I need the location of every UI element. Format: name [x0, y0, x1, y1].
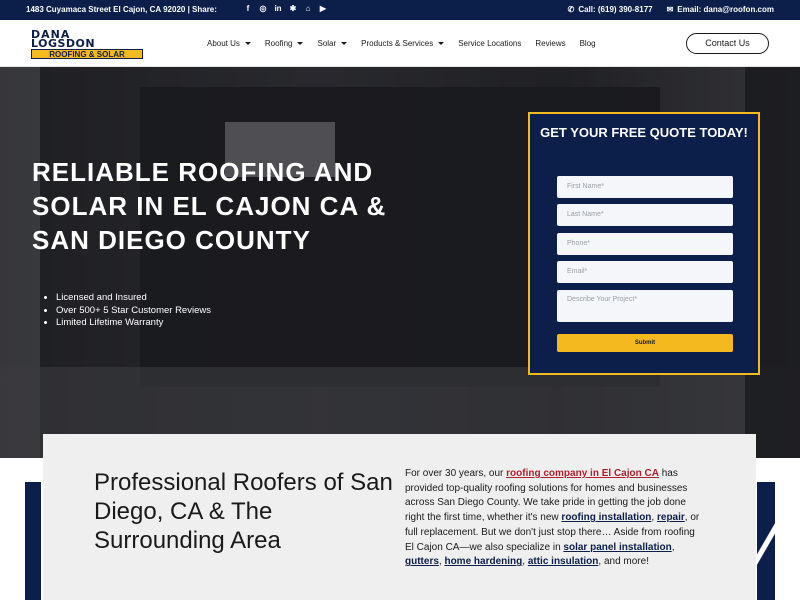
- nav-reviews[interactable]: Reviews: [535, 39, 565, 48]
- phone-text: Call: (619) 390-8177: [578, 5, 653, 14]
- nav-roofing[interactable]: Roofing: [265, 39, 304, 48]
- nav-label: Service Locations: [458, 39, 522, 48]
- email-field[interactable]: Email*: [557, 261, 733, 283]
- hero-section: RELIABLE ROOFING AND SOLAR IN EL CAJON C…: [0, 67, 800, 458]
- nav-label: Blog: [579, 39, 596, 48]
- hero-bullets: Licensed and Insured Over 500+ 5 Star Cu…: [44, 292, 211, 330]
- about-card: Professional Roofers of San Diego, CA & …: [43, 434, 756, 600]
- decorative-stripe-right: [757, 482, 775, 600]
- first-name-field[interactable]: First Name*: [557, 176, 733, 198]
- address-text: 1483 Cuyamaca Street El Cajon, CA 92020 …: [26, 5, 217, 14]
- contact-us-button[interactable]: Contact Us: [686, 33, 769, 54]
- nav-blog[interactable]: Blog: [580, 39, 596, 48]
- logo-line-2: LOGSDON: [31, 37, 96, 50]
- decorative-stripe-left: [25, 482, 41, 600]
- phone-icon: ✆: [567, 5, 575, 14]
- site-header: DANA LOGSDON ROOFING & SOLAR About Us Ro…: [0, 20, 800, 67]
- main-nav: About Us Roofing Solar Products & Servic…: [207, 39, 610, 48]
- phone-link[interactable]: ✆ Call: (619) 390-8177: [568, 5, 653, 14]
- yelp-icon[interactable]: ✱: [289, 4, 297, 14]
- attic-insulation-link[interactable]: attic insulation: [528, 556, 599, 567]
- submit-button[interactable]: Submit: [557, 334, 733, 352]
- nav-label: Products & Services: [361, 39, 434, 48]
- nav-label: Roofing: [264, 39, 293, 48]
- about-paragraph: For over 30 years, our roofing company i…: [405, 467, 705, 570]
- instagram-icon[interactable]: ◎: [259, 4, 267, 14]
- nav-solar[interactable]: Solar: [317, 39, 348, 48]
- chevron-down-icon: [244, 42, 251, 45]
- nav-service-locations[interactable]: Service Locations: [458, 39, 521, 48]
- email-icon: ✉: [666, 5, 674, 14]
- repair-link[interactable]: repair: [657, 512, 685, 523]
- email-text: Email: dana@roofon.com: [677, 5, 774, 14]
- top-contact: ✆ Call: (619) 390-8177 ✉ Email: dana@roo…: [568, 5, 774, 14]
- home-hardening-link[interactable]: home hardening: [444, 556, 522, 567]
- top-bar: 1483 Cuyamaca Street El Cajon, CA 92020 …: [0, 0, 800, 20]
- linkedin-icon[interactable]: in: [274, 4, 282, 14]
- about-section: Professional Roofers of San Diego, CA & …: [0, 434, 800, 600]
- company-logo[interactable]: DANA LOGSDON ROOFING & SOLAR: [31, 29, 143, 59]
- nav-label: Reviews: [535, 39, 566, 48]
- roofing-company-link[interactable]: roofing company in El Cajon CA: [506, 468, 659, 479]
- youtube-icon[interactable]: ▶: [319, 4, 327, 14]
- nav-about-us[interactable]: About Us: [207, 39, 251, 48]
- chevron-down-icon: [438, 42, 445, 45]
- hero-bullet: Licensed and Insured: [56, 292, 211, 305]
- about-heading: Professional Roofers of San Diego, CA & …: [94, 469, 393, 554]
- para-text: , and more!: [598, 556, 649, 568]
- last-name-field[interactable]: Last Name*: [557, 204, 733, 226]
- gutters-link[interactable]: gutters: [405, 556, 439, 567]
- email-link[interactable]: ✉ Email: dana@roofon.com: [667, 5, 774, 14]
- hero-bullet: Limited Lifetime Warranty: [56, 317, 211, 330]
- quote-form: GET YOUR FREE QUOTE TODAY! First Name* L…: [528, 112, 760, 375]
- roofing-installation-link[interactable]: roofing installation: [561, 512, 651, 523]
- houzz-icon[interactable]: ⌂: [304, 4, 312, 14]
- phone-field[interactable]: Phone*: [557, 233, 733, 255]
- quote-form-title: GET YOUR FREE QUOTE TODAY!: [540, 125, 748, 140]
- project-description-field[interactable]: Describe Your Project*: [557, 290, 733, 322]
- hero-bullet: Over 500+ 5 Star Customer Reviews: [56, 305, 211, 318]
- nav-label: Solar: [317, 39, 337, 48]
- chevron-down-icon: [297, 42, 304, 45]
- para-text: For over 30 years, our: [405, 468, 507, 479]
- facebook-icon[interactable]: f: [244, 4, 252, 14]
- logo-line-3: ROOFING & SOLAR: [31, 49, 143, 59]
- hero-title: RELIABLE ROOFING AND SOLAR IN EL CAJON C…: [32, 157, 387, 255]
- nav-label: About Us: [207, 39, 240, 48]
- para-text: ,: [671, 541, 675, 553]
- nav-products-services[interactable]: Products & Services: [361, 39, 445, 48]
- chevron-down-icon: [341, 42, 348, 45]
- social-share-icons: f ◎ in ✱ ⌂ ▶: [244, 4, 327, 14]
- solar-panel-link[interactable]: solar panel installation: [563, 542, 671, 553]
